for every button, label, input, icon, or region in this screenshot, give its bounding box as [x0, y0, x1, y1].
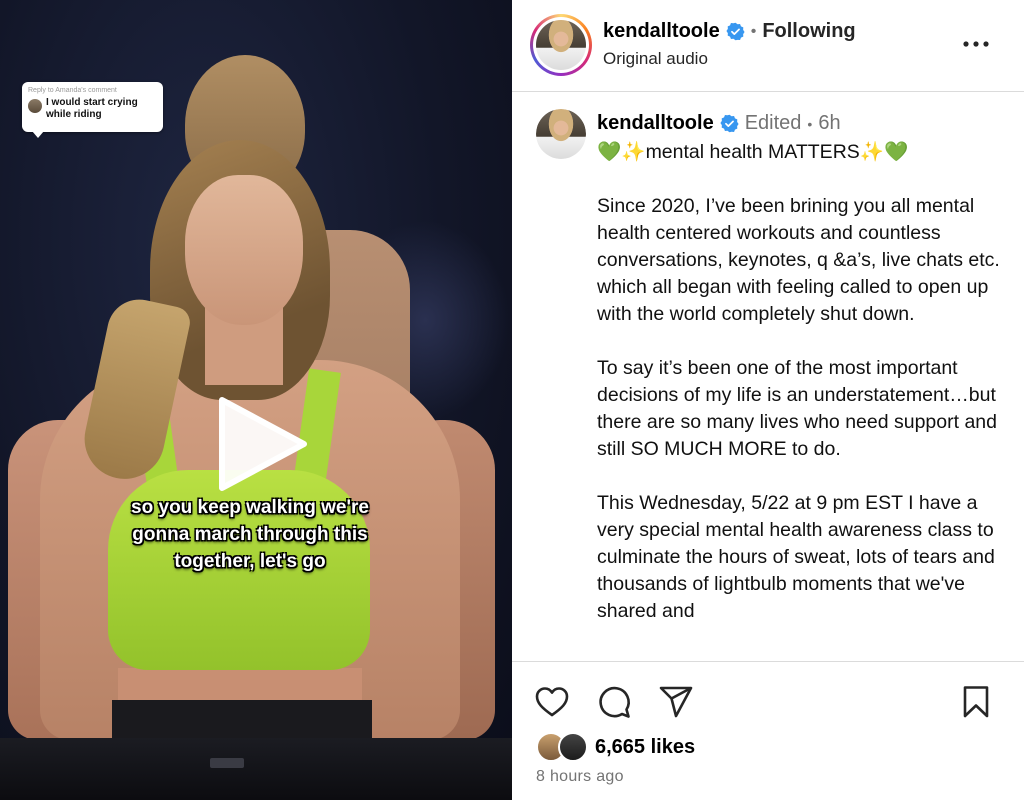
edited-label: Edited	[744, 112, 802, 134]
instructor-shorts	[112, 700, 372, 740]
liked-by-avatars[interactable]	[536, 732, 592, 762]
emoji-suffix: ✨💚	[859, 141, 909, 163]
reel-video[interactable]: Reply to Amanda's comment I would start …	[0, 0, 512, 800]
caption-author-avatar[interactable]	[536, 109, 586, 159]
comment-reply-sticker: Reply to Amanda's comment I would start …	[22, 82, 163, 138]
podium	[0, 738, 512, 800]
verified-badge-icon	[720, 114, 739, 133]
comment-icon[interactable]	[596, 684, 632, 720]
post-timestamp[interactable]: 8 hours ago	[536, 768, 624, 786]
reply-comment-text: I would start crying while riding	[46, 97, 138, 120]
following-button[interactable]: Following	[762, 20, 855, 43]
caption-paragraph: To say it’s been one of the most importa…	[597, 357, 997, 460]
podium-slot	[210, 758, 244, 768]
liker-avatar[interactable]	[558, 732, 588, 762]
bookmark-icon[interactable]	[958, 684, 994, 720]
heart-icon[interactable]	[534, 684, 570, 720]
subtitle-line: gonna march through this	[132, 524, 368, 545]
likes-count[interactable]: 6,665 likes	[595, 736, 695, 759]
caption-username[interactable]: kendalltoole	[597, 112, 714, 135]
subtitle-line: together, let's go	[174, 551, 326, 572]
post-sidebar: kendalltoole • Following Original audio …	[512, 0, 1024, 800]
author-story-ring[interactable]	[530, 14, 592, 76]
post-actions-footer: 6,665 likes 8 hours ago	[512, 661, 1024, 800]
post-header: kendalltoole • Following Original audio	[512, 0, 1024, 92]
caption-timestamp[interactable]: 6h	[818, 112, 840, 135]
caption-headline: 💚✨mental health MATTERS✨💚	[597, 139, 1002, 166]
verified-badge-icon	[726, 22, 745, 41]
headline-text: mental health MATTERS	[645, 141, 860, 163]
caption-separator: •	[807, 115, 813, 132]
author-avatar[interactable]	[536, 20, 586, 70]
emoji-prefix: 💚✨	[597, 141, 646, 163]
reply-meta-text: Reply to Amanda's comment	[28, 87, 117, 94]
video-subtitle: so you keep walking we're gonna march th…	[90, 494, 410, 575]
send-icon[interactable]	[658, 684, 694, 720]
original-audio-link[interactable]: Original audio	[603, 49, 708, 69]
play-icon[interactable]	[214, 396, 310, 492]
author-username[interactable]: kendalltoole	[603, 20, 720, 43]
subtitle-line: so you keep walking we're	[131, 497, 369, 518]
more-horizontal-icon[interactable]	[960, 34, 992, 54]
commenter-avatar	[28, 99, 42, 113]
header-separator: •	[750, 22, 757, 40]
caption-paragraph: Since 2020, I’ve been brining you all me…	[597, 195, 1000, 325]
instructor-face	[185, 175, 303, 325]
caption-paragraph: This Wednesday, 5/22 at 9 pm EST I have …	[597, 492, 995, 622]
caption-text: 💚✨mental health MATTERS✨💚 Since 2020, I’…	[597, 139, 1002, 652]
post-caption: kendalltoole Edited • 6h 💚✨mental health…	[512, 93, 1024, 661]
